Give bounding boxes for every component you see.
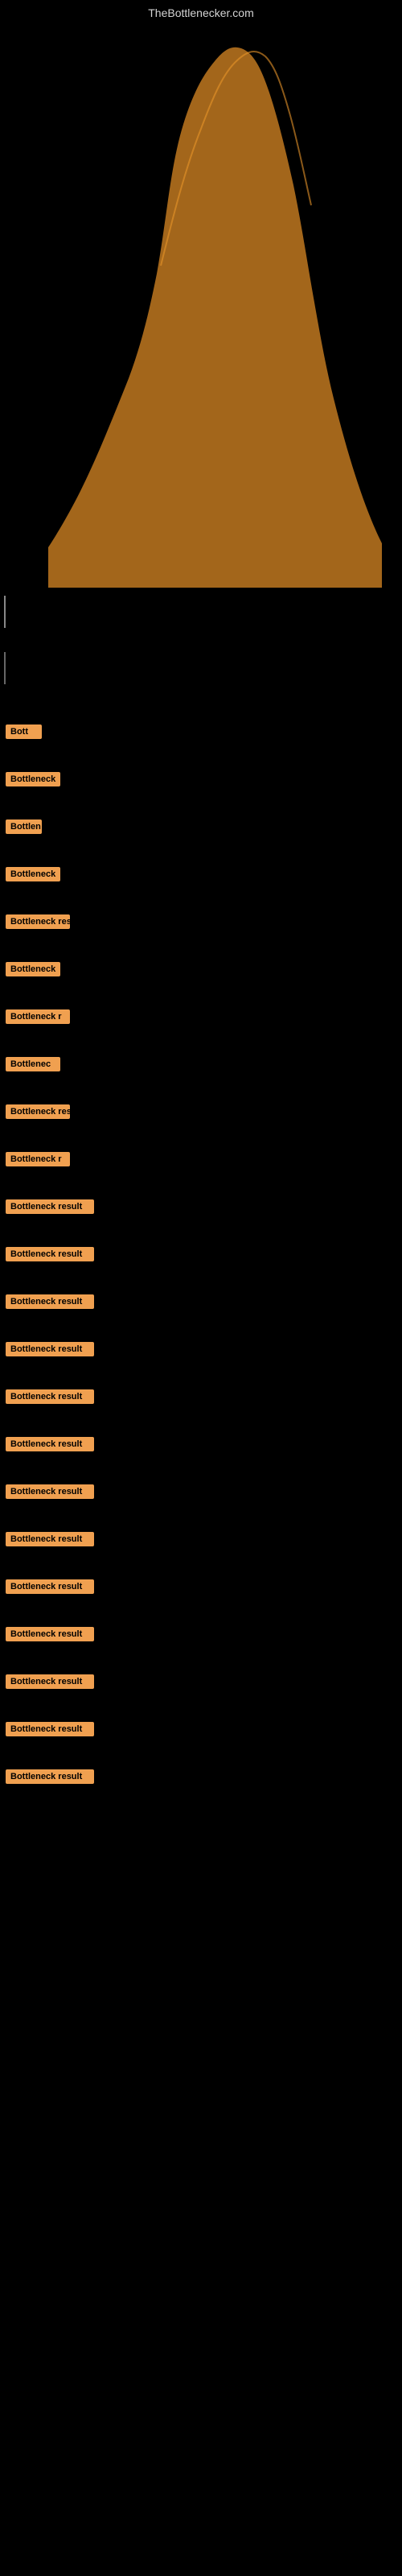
cursor-area [0, 588, 402, 636]
list-item: Bottleneck result [4, 1247, 402, 1280]
list-item: Bottleneck result [4, 1199, 402, 1232]
bottleneck-result-badge[interactable]: Bottleneck result [6, 1722, 94, 1736]
bottleneck-items-container: Bott Bottleneck Bottlen Bottleneck Bottlenec… [0, 700, 402, 1802]
indicator-line [4, 652, 6, 684]
list-item: Bottlen [4, 819, 402, 852]
bottleneck-result-badge[interactable]: Bottleneck result [6, 1389, 94, 1404]
bottleneck-result-badge[interactable]: Bottleneck result [6, 1627, 94, 1641]
list-item: Bottleneck result [4, 1437, 402, 1470]
bottleneck-result-badge[interactable]: Bottleneck res [6, 914, 70, 929]
bottleneck-result-badge[interactable]: Bott [6, 724, 42, 739]
list-item: Bottleneck [4, 867, 402, 900]
bottleneck-result-badge[interactable]: Bottleneck result [6, 1342, 94, 1356]
list-item: Bottleneck result [4, 1674, 402, 1707]
chart-area [0, 24, 402, 588]
list-item: Bottleneck result [4, 1627, 402, 1660]
list-item: Bottleneck res [4, 914, 402, 947]
list-item: Bottleneck r [4, 1152, 402, 1185]
list-item: Bottleneck [4, 962, 402, 995]
list-item: Bottleneck result [4, 1484, 402, 1517]
bottleneck-result-badge[interactable]: Bottleneck result [6, 1769, 94, 1784]
list-item: Bottleneck r [4, 1009, 402, 1042]
list-item: Bottleneck result [4, 1342, 402, 1375]
list-item: Bottlenec [4, 1057, 402, 1090]
indicator-area [0, 636, 402, 700]
list-item: Bottleneck resu [4, 1104, 402, 1137]
bottleneck-result-badge[interactable]: Bottleneck result [6, 1532, 94, 1546]
list-item: Bottleneck result [4, 1722, 402, 1755]
bottleneck-result-badge[interactable]: Bottleneck r [6, 1152, 70, 1166]
bottleneck-result-badge[interactable]: Bottleneck result [6, 1674, 94, 1689]
bottleneck-result-badge[interactable]: Bottlen [6, 819, 42, 834]
bottleneck-result-badge[interactable]: Bottleneck result [6, 1437, 94, 1451]
chart-svg [0, 24, 402, 588]
bottleneck-result-badge[interactable]: Bottlenec [6, 1057, 60, 1071]
cursor-line [4, 596, 6, 628]
list-item: Bottleneck result [4, 1389, 402, 1422]
bottleneck-result-badge[interactable]: Bottleneck resu [6, 1104, 70, 1119]
bottleneck-result-badge[interactable]: Bottleneck result [6, 1199, 94, 1214]
list-item: Bottleneck result [4, 1769, 402, 1802]
bottleneck-result-badge[interactable]: Bottleneck result [6, 1579, 94, 1594]
bottleneck-result-badge[interactable]: Bottleneck result [6, 1294, 94, 1309]
bottleneck-result-badge[interactable]: Bottleneck r [6, 1009, 70, 1024]
list-item: Bott [4, 724, 402, 758]
list-item: Bottleneck result [4, 1294, 402, 1327]
bottleneck-result-badge[interactable]: Bottleneck [6, 962, 60, 976]
list-item: Bottleneck result [4, 1579, 402, 1612]
list-item: Bottleneck result [4, 1532, 402, 1565]
bottleneck-result-badge[interactable]: Bottleneck result [6, 1484, 94, 1499]
bottleneck-result-badge[interactable]: Bottleneck [6, 772, 60, 786]
bottleneck-result-badge[interactable]: Bottleneck result [6, 1247, 94, 1261]
list-item: Bottleneck [4, 772, 402, 805]
site-title: TheBottlenecker.com [0, 0, 402, 24]
bottleneck-result-badge[interactable]: Bottleneck [6, 867, 60, 881]
